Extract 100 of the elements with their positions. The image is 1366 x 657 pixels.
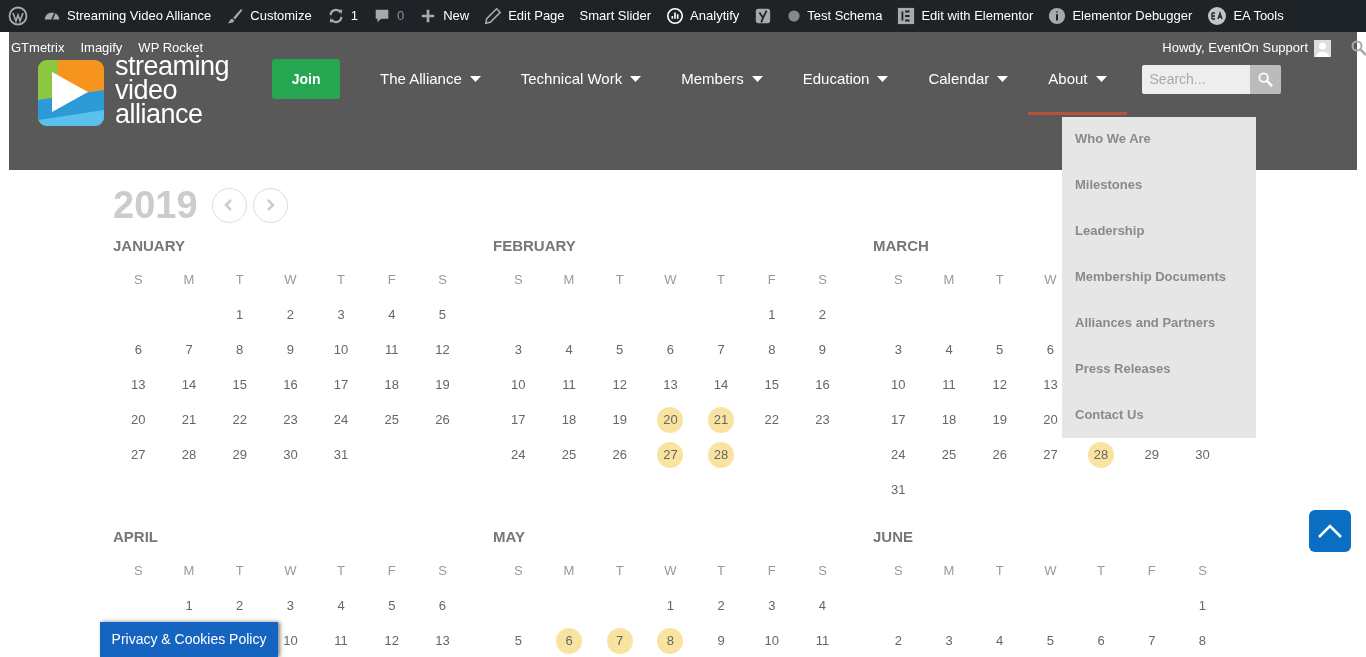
calendar-day[interactable]: 1 [1189, 592, 1216, 619]
calendar-day[interactable]: 8 [1189, 627, 1216, 654]
calendar-day[interactable]: 27 [1037, 441, 1064, 468]
calendar-day[interactable]: 28 [708, 441, 735, 468]
calendar-day[interactable]: 25 [556, 441, 583, 468]
admin-bar-link[interactable]: Edit with Elementor [921, 6, 1034, 26]
calendar-day[interactable]: 28 [176, 441, 203, 468]
calendar-day[interactable]: 6 [1088, 627, 1115, 654]
calendar-day[interactable]: 12 [429, 336, 456, 363]
calendar-day[interactable]: 16 [809, 371, 836, 398]
calendar-day[interactable]: 11 [378, 336, 405, 363]
calendar-day[interactable]: 26 [429, 406, 456, 433]
calendar-day[interactable]: 6 [556, 627, 583, 654]
calendar-day[interactable]: 13 [1037, 371, 1064, 398]
calendar-day[interactable]: 5 [1037, 627, 1064, 654]
nav-item[interactable]: Calendar [908, 59, 1029, 115]
calendar-day[interactable]: 29 [1138, 441, 1165, 468]
calendar-day[interactable]: 19 [606, 406, 633, 433]
calendar-day[interactable]: 17 [328, 371, 355, 398]
calendar-day[interactable]: 5 [606, 336, 633, 363]
calendar-day[interactable]: 4 [328, 592, 355, 619]
calendar-day[interactable]: 9 [809, 336, 836, 363]
calendar-day[interactable]: 8 [657, 627, 684, 654]
nav-item[interactable]: The Alliance [360, 59, 501, 115]
admin-bar-link[interactable]: Smart Slider [579, 6, 652, 26]
calendar-day[interactable]: 10 [328, 336, 355, 363]
admin-bar-link[interactable]: Streaming Video Alliance [67, 6, 212, 26]
calendar-day[interactable]: 30 [1189, 441, 1216, 468]
calendar-day[interactable]: 29 [226, 441, 253, 468]
calendar-day[interactable]: 3 [885, 336, 912, 363]
calendar-day[interactable]: 18 [936, 406, 963, 433]
calendar-day[interactable]: 25 [378, 406, 405, 433]
calendar-day[interactable]: 20 [125, 406, 152, 433]
calendar-day[interactable]: 26 [986, 441, 1013, 468]
admin-bar-link[interactable]: Analytify [690, 6, 740, 26]
admin-bar-link[interactable]: Imagify [80, 38, 123, 58]
calendar-day[interactable]: 5 [505, 627, 532, 654]
calendar-day[interactable]: 4 [936, 336, 963, 363]
calendar-day[interactable]: 13 [657, 371, 684, 398]
nav-item[interactable]: Education [782, 59, 909, 115]
calendar-day[interactable]: 6 [125, 336, 152, 363]
calendar-day[interactable]: 12 [606, 371, 633, 398]
nav-item[interactable]: Technical Work [500, 59, 662, 115]
calendar-day[interactable]: 16 [277, 371, 304, 398]
calendar-day[interactable]: 4 [809, 592, 836, 619]
calendar-day[interactable]: 7 [708, 336, 735, 363]
calendar-day[interactable]: 23 [277, 406, 304, 433]
calendar-day[interactable]: 7 [1138, 627, 1165, 654]
calendar-day[interactable]: 10 [758, 627, 785, 654]
admin-bar-link[interactable]: 1 [350, 6, 358, 26]
calendar-day[interactable]: 30 [277, 441, 304, 468]
calendar-day[interactable]: 11 [936, 371, 963, 398]
calendar-day[interactable]: 11 [556, 371, 583, 398]
calendar-day[interactable]: 14 [176, 371, 203, 398]
calendar-day[interactable]: 10 [885, 371, 912, 398]
calendar-day[interactable]: 1 [657, 592, 684, 619]
calendar-day[interactable]: 23 [809, 406, 836, 433]
calendar-day[interactable]: 22 [226, 406, 253, 433]
calendar-day[interactable]: 3 [328, 301, 355, 328]
calendar-day[interactable]: 5 [378, 592, 405, 619]
calendar-day[interactable]: 1 [758, 301, 785, 328]
calendar-day[interactable]: 7 [606, 627, 633, 654]
calendar-day[interactable]: 31 [885, 476, 912, 503]
calendar-day[interactable]: 3 [758, 592, 785, 619]
calendar-day[interactable]: 4 [556, 336, 583, 363]
calendar-day[interactable]: 22 [758, 406, 785, 433]
calendar-day[interactable]: 15 [226, 371, 253, 398]
calendar-day[interactable]: 2 [708, 592, 735, 619]
calendar-day[interactable]: 19 [986, 406, 1013, 433]
calendar-day[interactable]: 12 [378, 627, 405, 654]
calendar-day[interactable]: 17 [505, 406, 532, 433]
calendar-day[interactable]: 21 [176, 406, 203, 433]
admin-bar-link[interactable]: Elementor Debugger [1072, 6, 1193, 26]
calendar-day[interactable]: 11 [809, 627, 836, 654]
calendar-day[interactable]: 13 [125, 371, 152, 398]
calendar-day[interactable]: 31 [328, 441, 355, 468]
calendar-day[interactable]: 2 [809, 301, 836, 328]
calendar-day[interactable]: 11 [328, 627, 355, 654]
join-button[interactable]: Join [272, 59, 341, 99]
calendar-day[interactable]: 24 [328, 406, 355, 433]
calendar-day[interactable]: 5 [986, 336, 1013, 363]
admin-bar-link[interactable]: GTmetrix [11, 38, 65, 58]
calendar-day[interactable]: 9 [277, 336, 304, 363]
privacy-button[interactable]: Privacy & Cookies Policy [100, 622, 278, 657]
calendar-day[interactable]: 9 [708, 627, 735, 654]
calendar-day[interactable]: 15 [758, 371, 785, 398]
admin-bar-link[interactable]: Test Schema [807, 6, 883, 26]
scroll-top-button[interactable] [1309, 510, 1351, 552]
search-button[interactable] [1249, 65, 1281, 94]
calendar-day[interactable]: 5 [429, 301, 456, 328]
calendar-day[interactable]: 20 [657, 406, 684, 433]
calendar-day[interactable]: 4 [378, 301, 405, 328]
calendar-day[interactable]: 14 [708, 371, 735, 398]
calendar-day[interactable]: 6 [657, 336, 684, 363]
calendar-day[interactable]: 10 [505, 371, 532, 398]
calendar-day[interactable]: 1 [226, 301, 253, 328]
calendar-day[interactable]: 3 [505, 336, 532, 363]
calendar-day[interactable]: 2 [277, 301, 304, 328]
calendar-day[interactable]: 12 [986, 371, 1013, 398]
account-link[interactable]: Howdy, EventOn Support [1162, 38, 1308, 58]
